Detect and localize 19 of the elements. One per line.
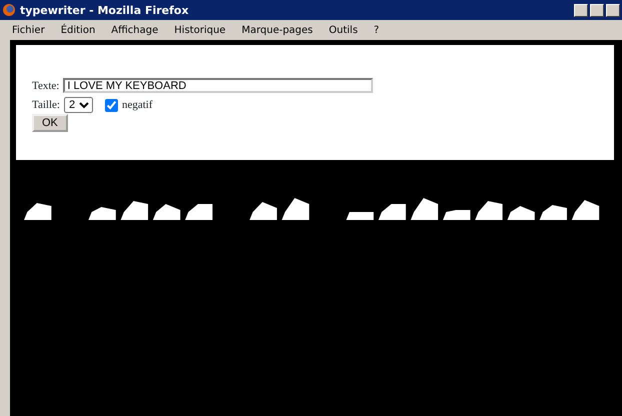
menu-item[interactable]: Fichier [12,24,45,36]
negative-label: negatif [122,99,152,111]
ok-button[interactable]: OK [32,114,68,132]
menu-item[interactable]: Marque-pages [242,24,313,36]
menu-item[interactable]: ? [374,24,380,36]
close-button[interactable] [606,4,620,16]
menu-item[interactable]: Affichage [111,24,158,36]
menu-item[interactable]: Historique [174,24,226,36]
menu-item[interactable]: Édition [60,24,96,36]
menu-item[interactable]: Outils [328,24,358,36]
text-field[interactable]: I LOVE MY KEYBOARD [63,78,374,93]
negative-checkbox[interactable] [104,98,118,112]
window-title: typewriter - Mozilla Firefox [20,4,190,16]
browser-logo-icon [2,3,16,17]
size-label: Taille: [32,99,60,111]
text-label: Texte: [32,80,60,92]
size-select[interactable]: 2 [64,97,93,113]
minimize-button[interactable] [574,4,588,16]
maximize-button[interactable] [590,4,604,16]
